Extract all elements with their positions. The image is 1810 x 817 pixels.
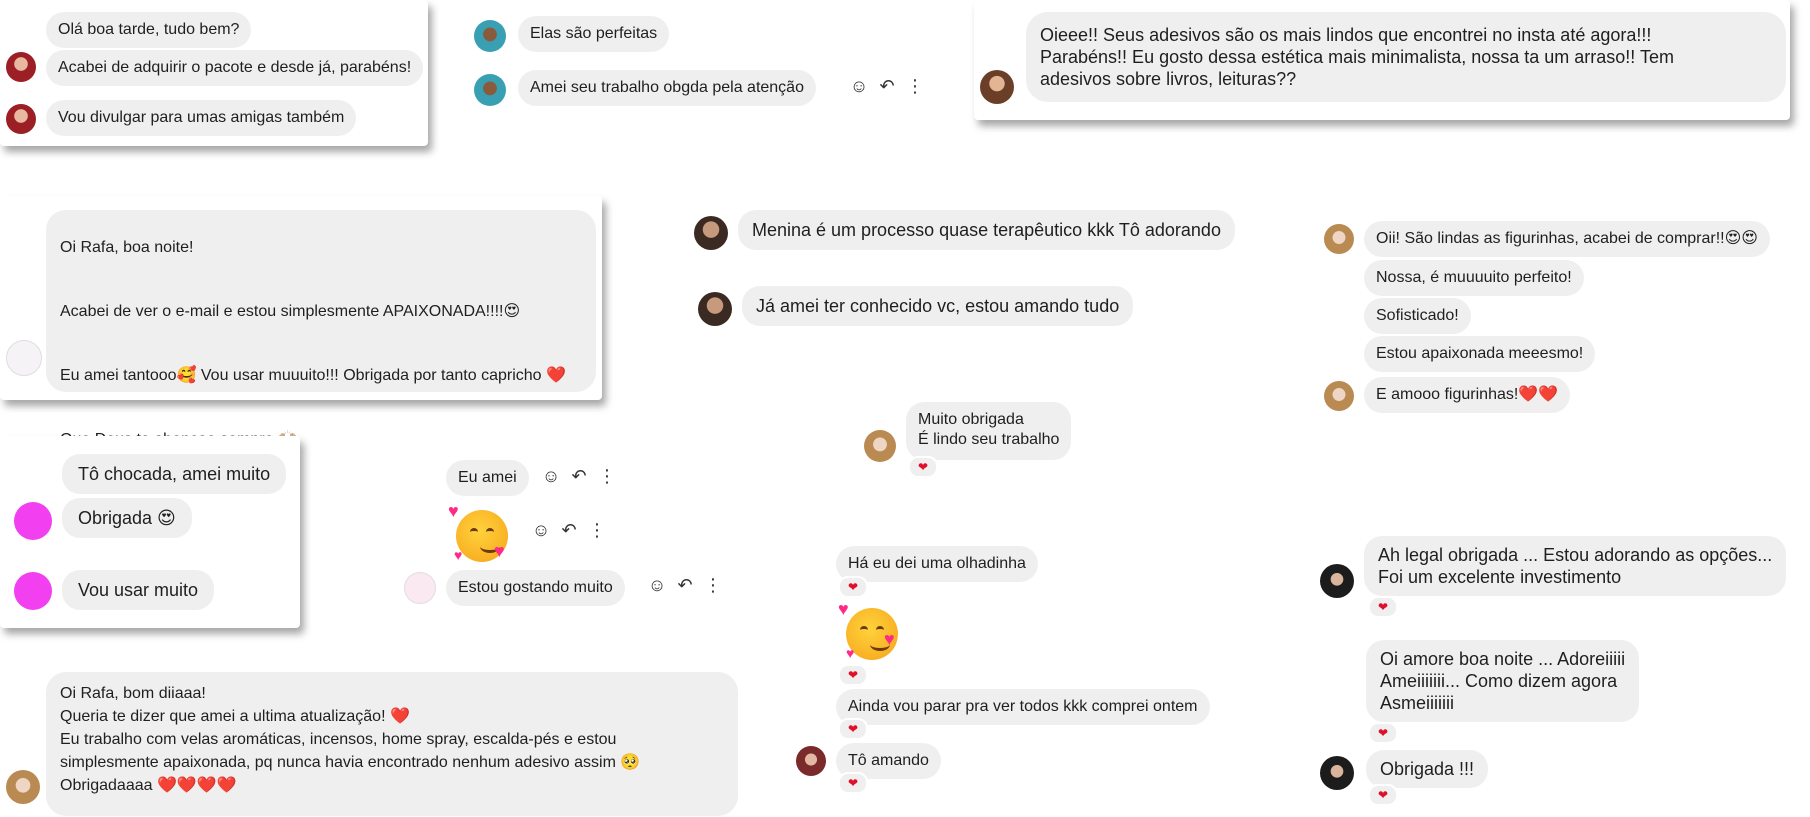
message-actions: ☺ ↶ ⋮ <box>542 466 616 486</box>
avatar <box>6 104 36 134</box>
message-bubble: Oieee!! Seus adesivos são os mais lindos… <box>1026 12 1786 102</box>
message-bubble: Tô chocada, amei muito <box>62 454 287 494</box>
smiling-hearts-sticker: ♥ ♥ ♥ <box>448 502 520 574</box>
message-bubble: Acabei de adquirir o pacote e desde já, … <box>46 50 424 86</box>
message-actions: ☺ ↶ ⋮ <box>850 76 924 96</box>
message-bubble: Oi Rafa, bom diiaaa! Queria te dizer que… <box>46 672 738 816</box>
more-icon[interactable]: ⋮ <box>704 575 722 595</box>
heart-icon: ♥ <box>884 629 895 649</box>
avatar <box>404 572 436 604</box>
message-bubble: Estou apaixonada meeesmo! <box>1364 336 1596 372</box>
heart-icon: ❤ <box>1377 788 1389 802</box>
message-bubble: Vou usar muito <box>62 570 215 610</box>
avatar <box>14 502 52 540</box>
message-bubble: Ah legal obrigada ... Estou adorando as … <box>1364 536 1787 596</box>
avatar <box>694 216 728 250</box>
message-bubble: Muito obrigada É lindo seu trabalho <box>906 402 1072 460</box>
heart-reaction[interactable]: ❤ <box>838 576 868 598</box>
message-actions: ☺ ↶ ⋮ <box>532 520 606 540</box>
heart-reaction[interactable]: ❤ <box>908 456 938 478</box>
reply-icon[interactable]: ↶ <box>878 76 896 96</box>
message-bubble: Já amei ter conhecido vc, estou amando t… <box>742 286 1134 326</box>
avatar <box>474 20 506 52</box>
avatar <box>14 572 52 610</box>
reply-icon[interactable]: ↶ <box>676 575 694 595</box>
message-bubble: Olá boa tarde, tudo bem? <box>46 12 252 48</box>
heart-reaction[interactable]: ❤ <box>1368 784 1398 806</box>
react-icon[interactable]: ☺ <box>542 466 560 486</box>
message-bubble: Oi amore boa noite ... Adoreiiiii Ameiii… <box>1366 640 1640 722</box>
heart-icon: ❤ <box>847 668 859 682</box>
more-icon[interactable]: ⋮ <box>906 76 924 96</box>
heart-reaction[interactable]: ❤ <box>838 718 868 740</box>
more-icon[interactable]: ⋮ <box>598 466 616 486</box>
avatar <box>1324 381 1354 411</box>
avatar <box>1324 224 1354 254</box>
message-actions: ☺ ↶ ⋮ <box>648 575 722 595</box>
react-icon[interactable]: ☺ <box>648 575 666 595</box>
smiling-hearts-sticker: ♥ ♥ ♥ <box>838 600 910 672</box>
message-bubble: Nossa, é muuuuito perfeito! <box>1364 260 1584 296</box>
heart-reaction[interactable]: ❤ <box>838 664 868 686</box>
react-icon[interactable]: ☺ <box>532 520 550 540</box>
avatar <box>6 52 36 82</box>
heart-icon: ❤ <box>1377 726 1389 740</box>
message-line: Acabei de ver o e-mail e estou simplesme… <box>60 303 521 320</box>
message-bubble: Estou gostando muito <box>446 570 625 606</box>
avatar <box>980 70 1014 104</box>
reply-icon[interactable]: ↶ <box>570 466 588 486</box>
message-line: Eu amei tantooo🥰 Vou usar muuuito!!! Obr… <box>60 367 566 384</box>
avatar <box>6 770 40 804</box>
message-bubble: Elas são perfeitas <box>518 16 670 52</box>
avatar <box>1320 756 1354 790</box>
message-bubble: Eu amei <box>446 460 529 496</box>
react-icon[interactable]: ☺ <box>850 76 868 96</box>
heart-icon: ❤ <box>847 776 859 790</box>
heart-icon: ♥ <box>494 541 505 561</box>
heart-icon: ❤ <box>847 580 859 594</box>
heart-icon: ♥ <box>454 547 463 563</box>
heart-icon: ♥ <box>838 599 849 619</box>
message-bubble: E amooo figurinhas!❤️❤️ <box>1364 377 1571 413</box>
heart-icon: ❤ <box>917 460 929 474</box>
avatar <box>698 292 732 326</box>
avatar <box>6 340 42 376</box>
message-bubble: Obrigada !!! <box>1366 750 1489 788</box>
heart-icon: ❤ <box>1377 600 1389 614</box>
message-bubble: Há eu dei uma olhadinha <box>836 546 1038 582</box>
message-bubble: Sofisticado! <box>1364 298 1471 334</box>
message-bubble: Menina é um processo quase terapêutico k… <box>738 210 1235 250</box>
message-bubble: Amei seu trabalho obgda pela atenção <box>518 70 816 106</box>
avatar <box>796 746 826 776</box>
message-bubble: Ainda vou parar pra ver todos kkk compre… <box>836 689 1210 725</box>
heart-reaction[interactable]: ❤ <box>838 772 868 794</box>
avatar <box>864 430 896 462</box>
message-line: Oi Rafa, boa noite! <box>60 239 194 256</box>
heart-reaction[interactable]: ❤ <box>1368 596 1398 618</box>
message-bubble: Obrigada 😍 <box>62 498 192 538</box>
message-bubble-multi: Oi Rafa, boa noite! Acabei de ver o e-ma… <box>46 210 596 448</box>
avatar <box>474 74 506 106</box>
avatar <box>1320 564 1354 598</box>
more-icon[interactable]: ⋮ <box>588 520 606 540</box>
heart-icon: ♥ <box>846 645 855 661</box>
message-bubble: Oii! São lindas as figurinhas, acabei de… <box>1364 221 1770 257</box>
heart-icon: ❤ <box>847 722 859 736</box>
heart-reaction[interactable]: ❤ <box>1368 722 1398 744</box>
message-bubble: Vou divulgar para umas amigas também <box>46 100 357 136</box>
heart-icon: ♥ <box>448 501 459 521</box>
reply-icon[interactable]: ↶ <box>560 520 578 540</box>
